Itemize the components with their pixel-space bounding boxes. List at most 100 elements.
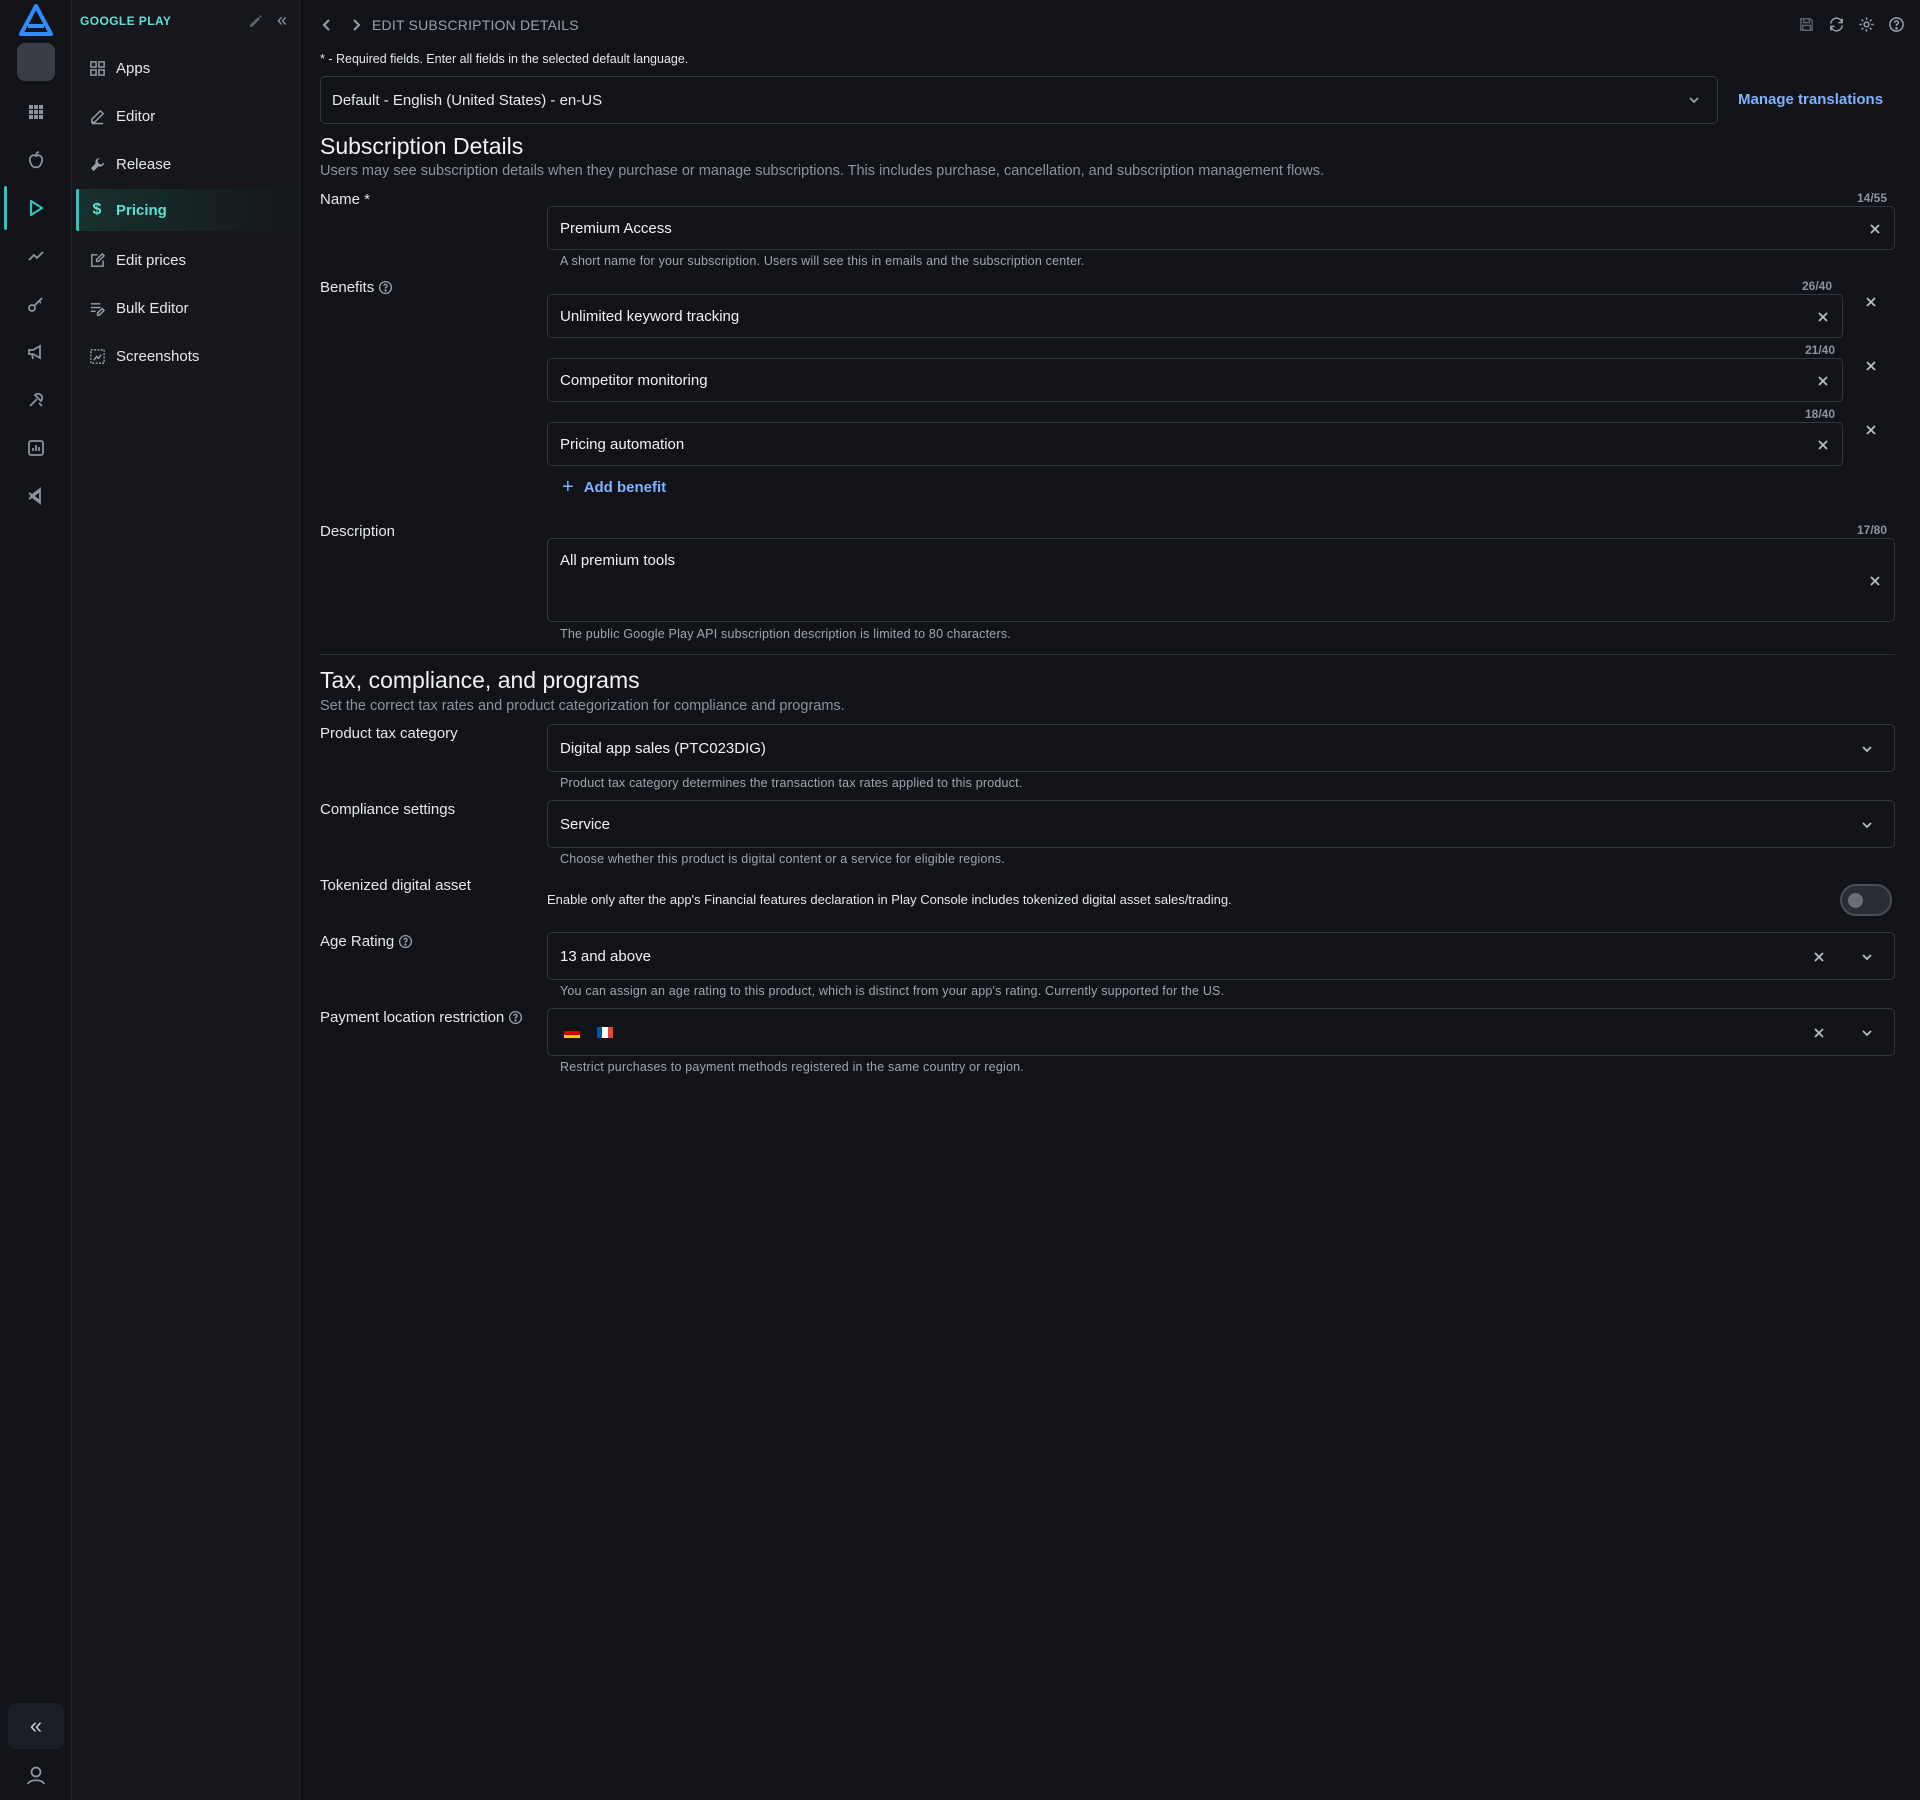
language-select[interactable]: Default - English (United States) - en-U… <box>320 76 1718 124</box>
sidebar-item-edit-prices[interactable]: Edit prices <box>76 239 298 281</box>
sidebar-item-label: Edit prices <box>116 251 187 269</box>
benefit-char-counter: 26/40 <box>1802 279 1833 293</box>
sidebar-item-screenshots[interactable]: Screenshots <box>76 335 298 377</box>
tools-icon[interactable] <box>14 378 58 422</box>
remove-benefit-icon[interactable] <box>1864 359 1878 373</box>
age-rating-hint: You can assign an age rating to this pro… <box>560 984 1225 998</box>
user-icon[interactable] <box>22 1762 50 1790</box>
sidebar-item-release[interactable]: Release <box>76 143 298 185</box>
age-rating-select[interactable]: 13 and above <box>547 932 1895 980</box>
clear-icon[interactable] <box>1868 222 1882 236</box>
toggle-knob <box>1848 893 1863 908</box>
pencil-icon[interactable] <box>248 13 264 29</box>
name-input-value: Premium Access <box>560 219 672 237</box>
subscription-details-heading: Subscription Details <box>320 133 524 159</box>
benefit-input-value: Competitor monitoring <box>560 371 708 389</box>
compliance-select[interactable]: Service <box>547 800 1895 848</box>
payment-restriction-hint: Restrict purchases to payment methods re… <box>560 1060 1024 1074</box>
flag-germany-icon <box>564 1026 580 1038</box>
help-circle-icon[interactable] <box>398 934 413 949</box>
age-rating-value: 13 and above <box>560 947 651 965</box>
language-select-value: Default - English (United States) - en-U… <box>332 91 603 109</box>
icon-rail: « <box>0 0 72 1800</box>
double-chevron-left-icon: « <box>29 1713 43 1738</box>
clear-icon[interactable] <box>1868 574 1882 588</box>
description-char-counter: 17/80 <box>1857 523 1888 537</box>
benefit-char-counter: 21/40 <box>1805 343 1836 357</box>
add-benefit-button[interactable]: + Add benefit <box>562 476 666 498</box>
description-textarea[interactable]: All premium tools <box>547 538 1895 622</box>
tax-category-label: Product tax category <box>320 725 458 742</box>
chevron-down-icon <box>1862 822 1872 829</box>
compliance-hint: Choose whether this product is digital c… <box>560 852 1005 866</box>
clear-icon[interactable] <box>1816 374 1830 388</box>
megaphone-icon[interactable] <box>14 330 58 374</box>
sidebar-item-editor[interactable]: Editor <box>76 95 298 137</box>
collapse-rail-button[interactable]: « <box>8 1703 64 1749</box>
clear-icon[interactable] <box>1812 1026 1826 1040</box>
benefit-char-counter: 18/40 <box>1805 407 1836 421</box>
sidebar-item-bulk-editor[interactable]: Bulk Editor <box>76 287 298 329</box>
help-circle-icon[interactable] <box>378 280 393 295</box>
name-label: Name * <box>320 191 371 208</box>
benefits-label: Benefits <box>320 279 393 296</box>
double-chevron-left-icon: « <box>277 10 288 30</box>
description-textarea-value: All premium tools <box>560 552 676 569</box>
sidebar-item-label: Pricing <box>116 201 167 219</box>
pencil-icon <box>88 107 106 125</box>
sidebar-item-label: Editor <box>116 107 156 125</box>
key-icon[interactable] <box>14 282 58 326</box>
name-input[interactable]: Premium Access <box>547 206 1895 250</box>
app-logo-icon[interactable] <box>18 4 54 38</box>
name-char-counter: 14/55 <box>1857 191 1888 205</box>
compliance-label: Compliance settings <box>320 801 456 818</box>
benefit-input[interactable]: Competitor monitoring <box>547 358 1843 402</box>
age-rating-label: Age Rating <box>320 933 413 950</box>
manage-translations-link[interactable]: Manage translations <box>1738 91 1883 108</box>
clear-icon[interactable] <box>1812 950 1826 964</box>
plus-icon: + <box>562 476 574 498</box>
chevron-down-icon <box>1862 746 1872 753</box>
sidebar-item-label: Apps <box>116 59 151 77</box>
required-fields-note: * - Required fields. Enter all fields in… <box>320 52 689 66</box>
dollar-icon: $ <box>92 201 102 218</box>
sidebar-item-label: Screenshots <box>116 347 200 365</box>
benefit-input-value: Pricing automation <box>560 435 685 453</box>
screenshot-icon <box>88 347 106 365</box>
active-indicator <box>4 186 7 230</box>
payment-restriction-select[interactable] <box>547 1008 1895 1056</box>
tax-compliance-heading: Tax, compliance, and programs <box>320 667 640 693</box>
tokenized-asset-description: Enable only after the app's Financial fe… <box>547 892 1232 907</box>
sidebar-item-pricing[interactable]: $ Pricing <box>76 189 298 231</box>
sidebar-item-apps[interactable]: Apps <box>76 47 298 89</box>
help-circle-icon[interactable] <box>508 1010 523 1025</box>
google-play-icon[interactable] <box>14 186 58 230</box>
apps-grid-icon <box>88 59 106 77</box>
analytics-icon[interactable] <box>14 426 58 470</box>
payment-restriction-label: Payment location restriction <box>320 1009 523 1026</box>
clear-icon[interactable] <box>1816 310 1830 324</box>
tax-category-hint: Product tax category determines the tran… <box>560 776 1023 790</box>
benefit-input-value: Unlimited keyword tracking <box>560 307 740 325</box>
vscode-icon[interactable] <box>14 474 58 518</box>
remove-benefit-icon[interactable] <box>1864 295 1878 309</box>
tax-category-value: Digital app sales (PTC023DIG) <box>560 739 766 757</box>
edit-subscription-form: * - Required fields. Enter all fields in… <box>300 0 1920 1800</box>
workspace-avatar[interactable] <box>17 43 55 81</box>
benefit-input[interactable]: Pricing automation <box>547 422 1843 466</box>
tokenized-asset-toggle[interactable] <box>1840 884 1892 916</box>
chevron-down-icon <box>1689 97 1699 104</box>
clear-icon[interactable] <box>1816 438 1830 452</box>
compliance-value: Service <box>560 815 611 833</box>
chevron-down-icon <box>1862 954 1872 961</box>
trend-icon[interactable] <box>14 234 58 278</box>
remove-benefit-icon[interactable] <box>1864 423 1878 437</box>
grid-icon[interactable] <box>14 90 58 134</box>
tax-category-select[interactable]: Digital app sales (PTC023DIG) <box>547 724 1895 772</box>
benefit-input[interactable]: Unlimited keyword tracking <box>547 294 1843 338</box>
subscription-details-description: Users may see subscription details when … <box>320 163 1324 179</box>
edit-square-icon <box>88 251 106 269</box>
collapse-sidebar-button[interactable]: « <box>277 10 295 30</box>
wrench-icon <box>88 155 106 173</box>
apple-icon[interactable] <box>14 138 58 182</box>
